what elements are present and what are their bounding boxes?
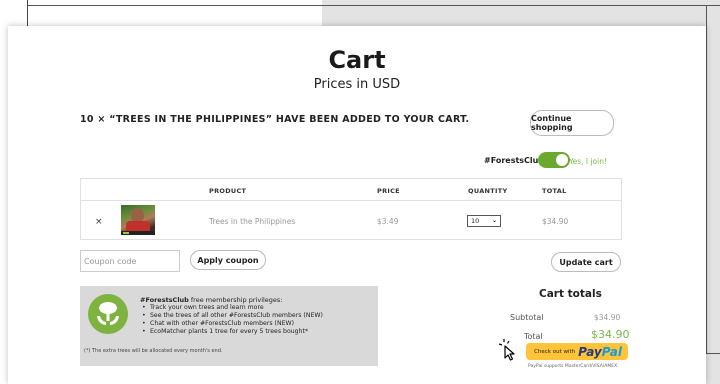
subtotal-label: Subtotal <box>510 313 544 322</box>
apply-coupon-button[interactable]: Apply coupon <box>190 250 266 270</box>
chevron-down-icon: ⌄ <box>491 217 497 224</box>
forests-club-join-text: Yes, I join! <box>569 157 607 166</box>
cursor-pointer-icon <box>496 337 520 361</box>
quantity-value: 10 <box>471 217 480 225</box>
column-header-quantity: QUANTITY <box>468 187 508 195</box>
total-value: $34.90 <box>591 328 630 341</box>
product-thumbnail[interactable] <box>121 205 155 235</box>
table-row: × Trees in the Philippines $3.49 10 ⌄ $3… <box>81 201 621 239</box>
paypal-logo: PayPal <box>578 344 622 359</box>
total-label: Total <box>524 332 543 341</box>
row-total: $34.90 <box>542 217 569 226</box>
forests-club-info-panel: #ForestsClub free membership privileges:… <box>80 286 378 366</box>
paypal-checkout-button[interactable]: Check out with PayPal <box>526 343 628 360</box>
toggle-knob <box>556 154 568 166</box>
background-frame-right <box>706 5 707 353</box>
cart-totals-title: Cart totals <box>539 288 602 300</box>
product-price: $3.49 <box>377 217 399 226</box>
quantity-select[interactable]: 10 ⌄ <box>467 215 501 227</box>
background-frame-top <box>27 5 720 6</box>
page-title: Cart <box>328 46 386 74</box>
forests-club-toggle[interactable] <box>538 152 570 168</box>
product-name-link[interactable]: Trees in the Philippines <box>209 217 295 226</box>
cart-table: PRODUCT PRICE QUANTITY TOTAL × Trees in … <box>80 178 622 240</box>
list-item: Track your own trees and learn more <box>140 304 323 312</box>
list-item: See the trees of all other #ForestsClub … <box>140 312 323 320</box>
cart-page: Cart Prices in USD 10 × “TREES IN THE PH… <box>8 26 706 384</box>
club-panel-heading: #ForestsClub free membership privileges: <box>140 296 283 304</box>
page-subtitle: Prices in USD <box>313 77 401 92</box>
background-frame-left <box>27 0 28 28</box>
close-icon[interactable]: × <box>95 217 103 227</box>
coupon-code-input[interactable]: Coupon code <box>80 250 180 272</box>
subtotal-value: $34.90 <box>594 313 621 322</box>
tree-hands-icon <box>88 294 128 334</box>
forests-club-label: #ForestsClub <box>484 156 545 165</box>
column-header-price: PRICE <box>377 187 400 195</box>
paypal-supported-cards-note: PayPal supports MasterCard/VISA/AMEX <box>528 364 618 369</box>
update-cart-button[interactable]: Update cart <box>551 252 621 272</box>
list-item: EcoMatcher plants 1 tree for every 5 tre… <box>140 328 323 336</box>
column-header-product: PRODUCT <box>209 187 247 195</box>
added-to-cart-notice: 10 × “TREES IN THE PHILIPPINES” HAVE BEE… <box>80 114 470 125</box>
continue-shopping-button[interactable]: Continue shopping <box>530 110 614 136</box>
list-item: Chat with other #ForestsClub members (NE… <box>140 320 323 328</box>
table-header: PRODUCT PRICE QUANTITY TOTAL <box>81 179 621 201</box>
club-benefits-list: Track your own trees and learn more See … <box>140 304 323 336</box>
club-footnote: (*) The extra trees will be allocated ev… <box>84 348 223 354</box>
paypal-prefix: Check out with <box>534 348 576 355</box>
column-header-total: TOTAL <box>542 187 567 195</box>
